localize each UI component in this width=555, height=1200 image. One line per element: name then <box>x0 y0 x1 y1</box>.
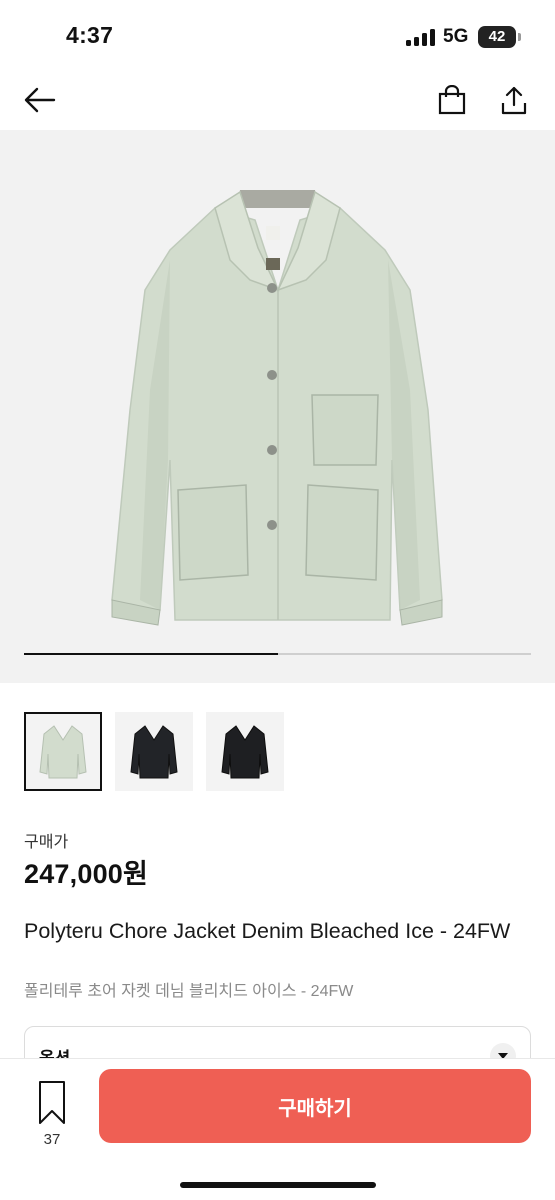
bookmark-icon <box>39 1081 65 1124</box>
network-label: 5G <box>443 26 469 47</box>
back-button[interactable] <box>18 78 62 122</box>
cart-button[interactable] <box>430 78 474 122</box>
price-value: 247,000원 <box>24 859 149 889</box>
status-bar: 4:37 5G 42 <box>0 0 555 70</box>
thumbnail-jacket-black-alt <box>221 725 269 779</box>
status-time: 4:37 <box>66 22 114 48</box>
top-nav <box>0 70 555 130</box>
share-button[interactable] <box>492 78 536 122</box>
thumbnail-3[interactable] <box>206 712 284 791</box>
gallery-progress <box>24 653 531 655</box>
product-image[interactable] <box>0 130 555 683</box>
back-arrow-icon <box>24 87 56 113</box>
battery-icon: 42 <box>478 26 516 48</box>
thumbnail-1[interactable] <box>24 712 102 791</box>
bottom-action-bar: 37 구매하기 <box>0 1058 555 1200</box>
jacket-image <box>111 190 443 626</box>
shopping-bag-icon <box>438 85 466 115</box>
share-icon <box>501 86 527 115</box>
thumbnail-2[interactable] <box>115 712 193 791</box>
bookmark-button[interactable]: 37 <box>24 1079 80 1149</box>
home-indicator <box>180 1182 376 1188</box>
price-label: 구매가 <box>24 834 69 851</box>
bookmark-count: 37 <box>43 1131 61 1148</box>
battery-cap <box>518 33 521 41</box>
thumbnail-jacket-light <box>39 725 87 779</box>
product-title: Polyteru Chore Jacket Denim Bleached Ice… <box>24 919 511 943</box>
battery-level: 42 <box>488 28 506 45</box>
gallery-progress-fill <box>24 653 278 655</box>
thumbnail-jacket-black <box>130 725 178 779</box>
signal-icon <box>406 29 436 46</box>
buy-button[interactable]: 구매하기 <box>99 1069 531 1143</box>
product-subtitle: 폴리테루 초어 자켓 데님 블리치드 아이스 - 24FW <box>24 983 354 1000</box>
